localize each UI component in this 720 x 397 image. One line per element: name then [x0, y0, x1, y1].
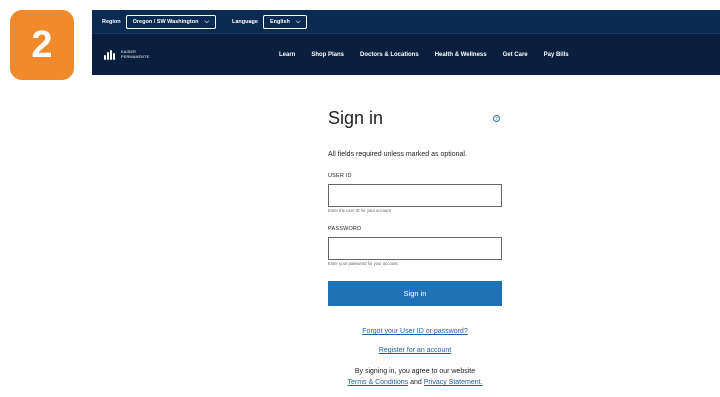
kaiser-logo[interactable]: KAISER PERMANENTE. — [104, 49, 279, 60]
legal-notice: By signing in, you agree to our website … — [328, 366, 502, 388]
screenshot-canvas: 2 Region Oregon / SW Washington ⌵ Langua… — [0, 0, 720, 397]
main-nav: KAISER PERMANENTE. Learn Shop Plans Doct… — [92, 33, 720, 75]
required-fields-note: All fields required unless marked as opt… — [328, 151, 467, 158]
password-hint: Enter your password for your account — [328, 261, 398, 266]
forgot-credentials-link[interactable]: Forgot your User ID or password? — [362, 328, 467, 335]
chevron-down-icon: ⌵ — [295, 18, 301, 25]
region-select[interactable]: Oregon / SW Washington ⌵ — [125, 14, 216, 29]
nav-item-doctors-locations[interactable]: Doctors & Locations — [360, 52, 419, 58]
nav-item-health-wellness[interactable]: Health & Wellness — [435, 52, 487, 58]
language-select[interactable]: English ⌵ — [262, 14, 308, 29]
legal-text: By signing in, you agree to our website — [354, 368, 476, 375]
region-label: Region — [102, 18, 121, 25]
nav-links: Learn Shop Plans Doctors & Locations Hea… — [279, 52, 569, 58]
step-number-badge: 2 — [10, 10, 74, 80]
region-value: Oregon / SW Washington — [132, 18, 199, 25]
nav-item-learn[interactable]: Learn — [279, 52, 295, 58]
logo-mark-icon — [104, 49, 116, 60]
forgot-row: Forgot your User ID or password? — [328, 328, 502, 335]
logo-line-2: PERMANENTE. — [121, 54, 151, 59]
legal-links-row: Terms & Conditions and Privacy Statement… — [328, 377, 502, 388]
terms-link[interactable]: Terms & Conditions — [347, 379, 408, 386]
utility-bar: Region Oregon / SW Washington ⌵ Language… — [92, 10, 720, 33]
site-header: Region Oregon / SW Washington ⌵ Language… — [92, 10, 720, 76]
page-title: Sign in — [328, 108, 384, 128]
nav-item-get-care[interactable]: Get Care — [503, 52, 528, 58]
register-link[interactable]: Register for an account — [379, 347, 451, 354]
nav-item-shop-plans[interactable]: Shop Plans — [311, 52, 344, 58]
nav-item-pay-bills[interactable]: Pay Bills — [544, 52, 569, 58]
password-label: PASSWORD — [328, 226, 362, 232]
user-id-label: USER ID — [328, 173, 352, 179]
signin-button[interactable]: Sign in — [328, 281, 502, 306]
signin-form: Sign in ? All fields required unless mar… — [328, 108, 502, 388]
chevron-down-icon: ⌵ — [204, 18, 209, 25]
logo-text: KAISER PERMANENTE. — [121, 50, 151, 59]
user-id-hint: Enter the user ID for your account — [328, 208, 391, 213]
privacy-link[interactable]: Privacy Statement. — [424, 379, 483, 386]
and-text: and — [410, 379, 422, 386]
user-id-input[interactable] — [328, 184, 502, 207]
language-label: Language — [232, 18, 258, 25]
help-circle-icon[interactable]: ? — [493, 115, 500, 122]
signin-title-row: Sign in ? — [328, 108, 502, 129]
language-value: English — [269, 18, 290, 25]
password-input[interactable] — [328, 237, 502, 260]
register-row: Register for an account — [328, 347, 502, 354]
